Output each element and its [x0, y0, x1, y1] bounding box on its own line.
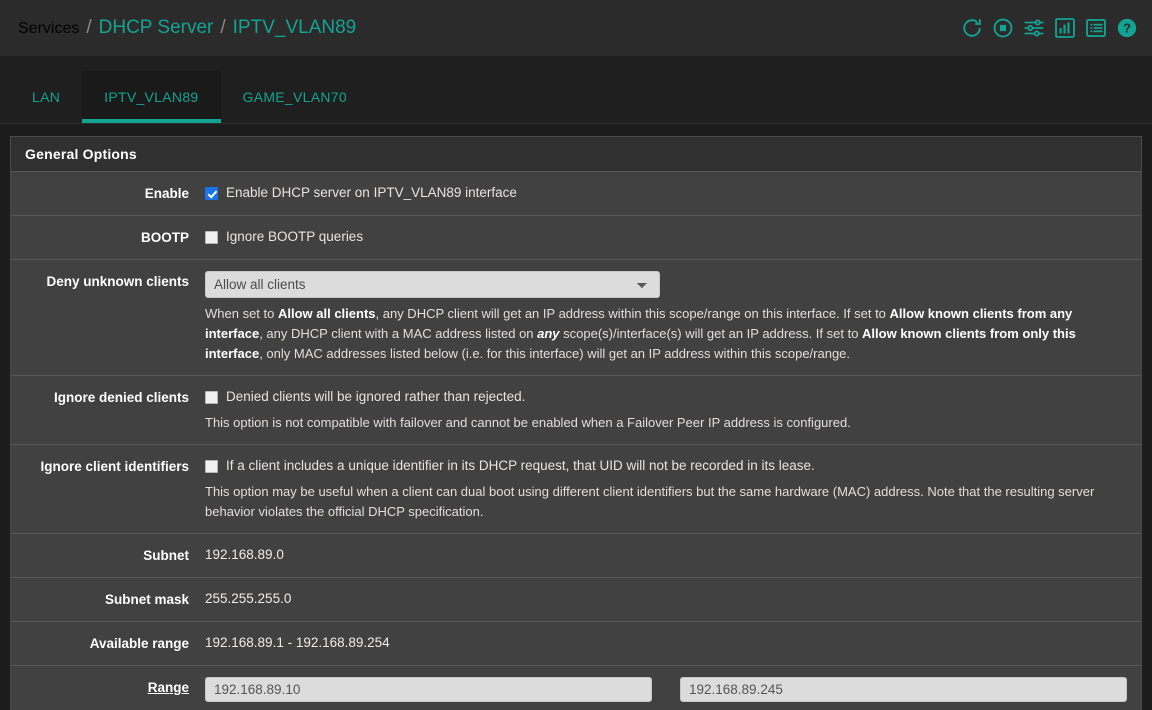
row-deny-unknown-clients: Deny unknown clients Allow all clients W… [11, 259, 1141, 375]
help-text-part: scope(s)/interface(s) will get an IP add… [559, 326, 863, 341]
label-ignore-client-identifiers: Ignore client identifiers [40, 459, 189, 474]
row-subnet-mask: Subnet mask 255.255.255.0 [11, 577, 1141, 621]
breadcrumb: Services / DHCP Server / IPTV_VLAN89 [18, 17, 961, 39]
deny-unknown-clients-help: When set to Allow all clients, any DHCP … [205, 304, 1127, 364]
settings-sliders-icon[interactable] [1023, 17, 1045, 39]
ignore-bootp-checkbox[interactable] [205, 231, 218, 244]
breadcrumb-current: IPTV_VLAN89 [232, 17, 357, 38]
breadcrumb-bar: Services / DHCP Server / IPTV_VLAN89 ? [0, 0, 1152, 56]
row-range: Range From To [11, 665, 1141, 710]
ignore-client-identifiers-help: This option may be useful when a client … [205, 484, 1095, 519]
breadcrumb-link-dhcp-server[interactable]: DHCP Server [99, 17, 214, 39]
label-available-range: Available range [89, 636, 189, 651]
ignore-denied-clients-help: This option is not compatible with failo… [205, 415, 851, 430]
tab-label: LAN [32, 89, 61, 105]
help-emphasis: Allow all clients [277, 306, 376, 321]
status-chart-icon[interactable] [1054, 17, 1076, 39]
ignore-denied-clients-checkbox[interactable] [205, 391, 218, 404]
breadcrumb-separator-2: / [220, 17, 226, 38]
help-text-part: When set to [205, 306, 278, 321]
row-ignore-client-identifiers: Ignore client identifiers If a client in… [11, 444, 1141, 533]
tab-label: GAME_VLAN70 [242, 89, 347, 105]
row-available-range: Available range 192.168.89.1 - 192.168.8… [11, 621, 1141, 665]
label-range[interactable]: Range [11, 677, 205, 710]
restart-service-icon[interactable] [961, 17, 983, 39]
general-options-panel: General Options Enable Enable DHCP serve… [10, 136, 1142, 710]
range-from-group: From [205, 677, 652, 710]
range-to-input[interactable] [680, 677, 1127, 702]
subnet-mask-value: 255.255.255.0 [205, 591, 292, 606]
row-bootp: BOOTP Ignore BOOTP queries [11, 215, 1141, 259]
row-subnet: Subnet 192.168.89.0 [11, 533, 1141, 577]
label-subnet-mask: Subnet mask [104, 592, 189, 607]
tab-iptv-vlan89[interactable]: IPTV_VLAN89 [82, 71, 221, 123]
available-range-value: 192.168.89.1 - 192.168.89.254 [205, 635, 390, 650]
stop-service-icon[interactable] [992, 17, 1014, 39]
log-list-icon[interactable] [1085, 17, 1107, 39]
enable-dhcp-checkbox-label: Enable DHCP server on IPTV_VLAN89 interf… [226, 185, 517, 200]
breadcrumb-separator-1: / [86, 17, 92, 38]
label-bootp: BOOTP [140, 230, 189, 245]
help-text-part: , any DHCP client will get an IP address… [375, 306, 890, 321]
help-text-part: , any DHCP client with a MAC address lis… [259, 326, 538, 341]
ignore-bootp-checkbox-label: Ignore BOOTP queries [226, 229, 364, 244]
label-ignore-denied-clients: Ignore denied clients [53, 390, 189, 405]
deny-unknown-clients-select[interactable]: Allow all clients [205, 271, 660, 298]
tab-game-vlan70[interactable]: GAME_VLAN70 [221, 71, 369, 123]
subnet-value: 192.168.89.0 [205, 547, 284, 562]
range-from-input[interactable] [205, 677, 652, 702]
ignore-client-identifiers-checkbox-label: If a client includes a unique identifier… [226, 458, 815, 473]
svg-text:?: ? [1123, 21, 1131, 36]
label-subnet: Subnet [143, 548, 189, 563]
help-text-part: , only MAC addresses listed below (i.e. … [259, 346, 851, 361]
enable-dhcp-checkbox[interactable] [205, 187, 218, 200]
help-icon[interactable]: ? [1116, 17, 1138, 39]
row-ignore-denied-clients: Ignore denied clients Denied clients wil… [11, 375, 1141, 444]
header-icon-group: ? [961, 17, 1138, 39]
tab-lan[interactable]: LAN [10, 71, 82, 123]
interface-tabs: LAN IPTV_VLAN89 GAME_VLAN70 [0, 56, 1152, 124]
label-enable: Enable [144, 186, 189, 201]
tab-label: IPTV_VLAN89 [104, 89, 199, 105]
help-emphasis-italic: any [537, 326, 560, 341]
range-to-group: To [680, 677, 1127, 710]
label-deny-unknown-clients: Deny unknown clients [46, 274, 189, 289]
panel-title: General Options [11, 137, 1141, 171]
ignore-denied-clients-checkbox-label: Denied clients will be ignored rather th… [226, 389, 526, 404]
row-enable: Enable Enable DHCP server on IPTV_VLAN89… [11, 171, 1141, 215]
ignore-client-identifiers-checkbox[interactable] [205, 460, 218, 473]
breadcrumb-root: Services [18, 20, 80, 37]
